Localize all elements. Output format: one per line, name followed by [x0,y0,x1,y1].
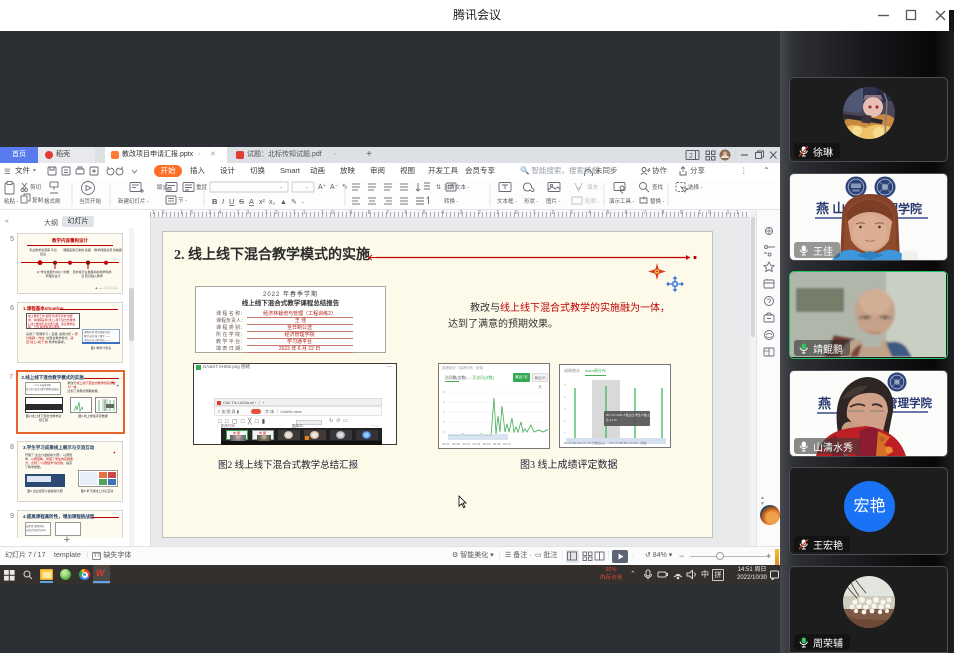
svg-text:图片 -: 图片 - [546,197,561,205]
svg-text:燕 山: 燕 山 [816,201,845,216]
svg-text:2: 2 [689,153,693,160]
svg-text:A: A [249,197,254,206]
svg-text:节 -: 节 - [178,196,187,204]
svg-text:90<=X<=100 人数占比(学生人数)占: 90<=X<=100 人数占比(学生人数)占 [606,413,650,417]
svg-text:S: S [239,197,244,206]
svg-text:演示工具 -: 演示工具 - [609,197,635,205]
svg-text:▲: ▲ [280,199,287,206]
svg-text:A⁺: A⁺ [318,184,327,191]
svg-text:填充 -: 填充 - [587,183,602,191]
svg-text:0: 0 [443,430,445,434]
svg-text:B: B [212,197,218,206]
svg-text:轮廓 -: 轮廓 - [585,197,600,205]
svg-text:1: 1 [564,431,566,435]
svg-text:重置: 重置 [196,183,208,191]
svg-text:-: - [280,185,283,192]
svg-text:文本框 -: 文本框 - [497,197,517,205]
svg-text:形状 -: 形状 - [524,197,539,205]
svg-text:选择 -: 选择 - [688,183,703,191]
svg-text:剪切: 剪切 [30,183,42,191]
svg-text:3: 3 [564,407,566,411]
svg-text:2: 2 [443,420,445,424]
svg-text:U: U [229,197,234,206]
svg-text:粘贴 -: 粘贴 - [4,197,19,205]
svg-text:替换 -: 替换 - [650,197,665,205]
svg-text:新建幻灯片 -: 新建幻灯片 - [118,197,149,205]
svg-text:对齐文本 -: 对齐文本 - [444,183,470,191]
svg-text:当页开始: 当页开始 [79,197,102,205]
svg-text:⇅: ⇅ [436,185,441,191]
svg-text:4: 4 [564,395,566,399]
svg-text:4: 4 [443,410,445,414]
svg-text:6: 6 [443,400,445,404]
svg-text:x₂: x₂ [269,199,276,206]
svg-text:x²: x² [259,199,266,206]
svg-text:燕: 燕 [818,396,831,411]
svg-text:I: I [222,197,224,206]
svg-text:版式 -: 版式 - [157,183,172,191]
svg-text:转换 -: 转换 - [444,197,459,205]
svg-text:-: - [302,200,304,206]
svg-text:A⁻: A⁻ [330,184,339,191]
svg-text:格式刷: 格式刷 [44,197,61,205]
svg-text:5: 5 [564,383,566,387]
svg-text:8: 8 [443,390,445,394]
svg-text:复制: 复制 [32,196,44,204]
svg-text:2: 2 [564,419,566,423]
svg-text:查找: 查找 [652,183,664,191]
svg-text:比 1.2 %: 比 1.2 % [606,418,617,422]
svg-text:-: - [306,185,309,192]
svg-text:✎: ✎ [291,199,297,206]
